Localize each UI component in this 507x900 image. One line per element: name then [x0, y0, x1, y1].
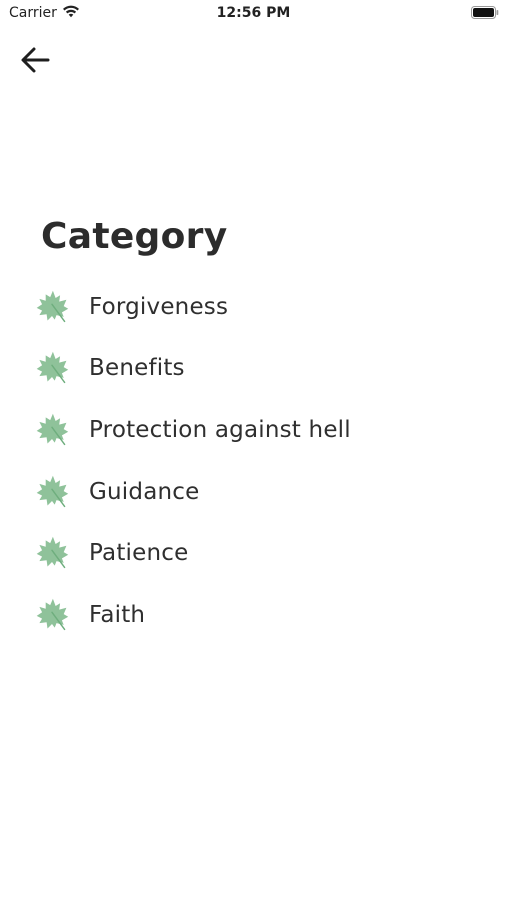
- category-label: Benefits: [89, 355, 185, 382]
- category-label: Forgiveness: [89, 293, 229, 320]
- arrow-left-icon: [21, 47, 50, 73]
- back-button[interactable]: [16, 42, 54, 78]
- category-item-patience[interactable]: Patience: [34, 522, 474, 584]
- maple-leaf-icon: [36, 290, 69, 322]
- maple-leaf-icon: [36, 536, 69, 569]
- maple-leaf-icon: [36, 413, 69, 446]
- category-item-forgiveness[interactable]: Forgiveness: [34, 276, 474, 338]
- battery-icon: [471, 6, 499, 19]
- page-title: Category: [41, 216, 228, 257]
- category-item-faith[interactable]: Faith: [34, 584, 474, 646]
- category-item-protection-against-hell[interactable]: Protection against hell: [34, 399, 474, 461]
- status-bar: Carrier 12:56 PM: [0, 0, 507, 28]
- category-label: Guidance: [89, 478, 200, 505]
- category-item-guidance[interactable]: Guidance: [34, 461, 474, 523]
- maple-leaf-icon: [36, 598, 69, 630]
- maple-leaf-icon: [36, 475, 69, 507]
- category-label: Faith: [89, 601, 146, 628]
- category-label: Protection against hell: [89, 416, 351, 443]
- category-item-benefits[interactable]: Benefits: [34, 338, 474, 400]
- maple-leaf-icon: [36, 352, 69, 384]
- category-list: Forgiveness Benefits Protection against …: [34, 276, 474, 646]
- category-label: Patience: [89, 540, 189, 567]
- clock: 12:56 PM: [216, 5, 291, 21]
